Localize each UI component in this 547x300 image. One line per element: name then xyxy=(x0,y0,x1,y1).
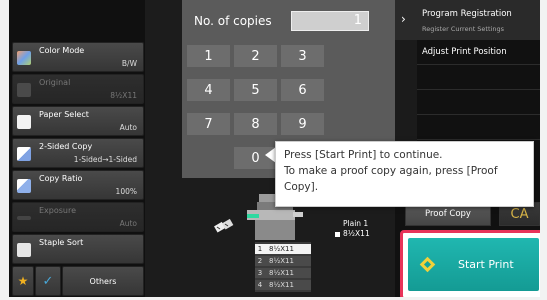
copies-label: No. of copies xyxy=(194,14,272,28)
duplex-icon xyxy=(17,147,31,161)
paper-select-button[interactable]: Paper Select Auto xyxy=(12,106,144,136)
two-sided-copy-value: 1-Sided→1-Sided xyxy=(73,155,137,164)
ca-label: CA xyxy=(510,206,529,222)
paper-arrow-icon xyxy=(335,231,340,237)
key-7[interactable]: 7 xyxy=(187,113,230,135)
menu-row-empty xyxy=(417,65,540,90)
exposure-value: Auto xyxy=(119,219,137,228)
output-tray-label: Plain 1 xyxy=(343,219,369,228)
key-2[interactable]: 2 xyxy=(234,45,277,67)
tooltip-message: Press [Start Print] to continue. To make… xyxy=(275,141,534,207)
program-registration-button[interactable]: › Program Registration Register Current … xyxy=(395,0,540,40)
paper-select-label: Paper Select xyxy=(39,110,89,119)
screen-frame-left xyxy=(0,0,9,300)
ratio-icon xyxy=(17,179,31,193)
function-panel: Color Mode B/W Original 8½X11 Paper Sele… xyxy=(9,0,145,300)
two-sided-copy-button[interactable]: 2-Sided Copy 1-Sided→1-Sided xyxy=(12,138,144,168)
copy-ratio-label: Copy Ratio xyxy=(39,174,83,183)
color-mode-icon xyxy=(17,51,31,65)
original-icon xyxy=(17,83,31,97)
chevron-right-icon: › xyxy=(401,12,406,26)
tray-number: 3 xyxy=(257,269,263,277)
favorite-button[interactable]: ★ xyxy=(12,266,34,296)
tray-number: 1 xyxy=(257,245,263,253)
color-mode-button[interactable]: Color Mode B/W xyxy=(12,42,144,72)
tooltip-line-2: To make a proof copy again, press [Proof xyxy=(284,165,498,177)
exposure-button[interactable]: Exposure Auto xyxy=(12,202,144,232)
key-8[interactable]: 8 xyxy=(234,113,277,135)
key-9[interactable]: 9 xyxy=(281,113,324,135)
key-1[interactable]: 1 xyxy=(187,45,230,67)
color-mode-label: Color Mode xyxy=(39,46,85,55)
tray-size: 8½X11 xyxy=(269,245,294,253)
key-3[interactable]: 3 xyxy=(281,45,324,67)
proof-copy-label: Proof Copy xyxy=(425,209,471,219)
adjust-print-position-button[interactable]: Adjust Print Position xyxy=(417,40,540,65)
two-sided-copy-label: 2-Sided Copy xyxy=(39,142,93,151)
key-5[interactable]: 5 xyxy=(234,79,277,101)
check-button[interactable]: ✓ xyxy=(35,266,61,296)
exposure-icon xyxy=(17,216,31,220)
tray-size: 8½X11 xyxy=(269,269,294,277)
exposure-label: Exposure xyxy=(39,206,77,215)
adjust-print-position-label: Adjust Print Position xyxy=(422,47,507,57)
start-print-highlight: Start Print xyxy=(400,230,547,300)
copies-input[interactable]: 1 xyxy=(291,11,369,31)
output-tray-info: Plain 1 8½X11 xyxy=(335,219,395,239)
screen-frame-right xyxy=(540,0,547,300)
tray-number: 2 xyxy=(257,257,263,265)
tray-row-4[interactable]: 4 8½X11 xyxy=(255,280,311,290)
copy-ratio-value: 100% xyxy=(115,187,137,196)
tray-list: 1 8½X11 2 8½X11 3 8½X11 4 8½X11 xyxy=(255,242,311,292)
register-current-settings-label: Register Current Settings xyxy=(422,25,504,33)
checkmark-icon: ✓ xyxy=(42,273,54,289)
program-registration-label: Program Registration xyxy=(422,9,512,19)
others-button[interactable]: Others xyxy=(62,266,144,296)
start-print-button[interactable]: Start Print xyxy=(408,238,539,291)
tray-row-1[interactable]: 1 8½X11 xyxy=(255,244,311,254)
original-value: 8½X11 xyxy=(110,91,137,100)
key-4[interactable]: 4 xyxy=(187,79,230,101)
paper-icon xyxy=(17,115,31,129)
key-6[interactable]: 6 xyxy=(281,79,324,101)
bottom-button-row: ★ ✓ Others xyxy=(12,266,144,296)
start-print-label: Start Print xyxy=(458,258,514,271)
staple-sort-label: Staple Sort xyxy=(39,238,84,247)
tray-number: 4 xyxy=(257,281,263,289)
menu-row-empty xyxy=(417,90,540,115)
menu-row-empty xyxy=(417,115,540,140)
tooltip-line-3: Copy]. xyxy=(284,181,319,193)
original-button[interactable]: Original 8½X11 xyxy=(12,74,144,104)
staple-icon xyxy=(17,243,31,257)
tray-row-2[interactable]: 2 8½X11 xyxy=(255,256,311,266)
original-label: Original xyxy=(39,78,71,87)
tray-size: 8½X11 xyxy=(269,281,294,289)
star-icon: ★ xyxy=(17,274,29,288)
others-label: Others xyxy=(89,276,117,286)
tray-row-3[interactable]: 3 8½X11 xyxy=(255,268,311,278)
staple-sort-button[interactable]: Staple Sort xyxy=(12,234,144,264)
copy-ratio-button[interactable]: Copy Ratio 100% xyxy=(12,170,144,200)
start-diamond-icon xyxy=(419,256,436,273)
output-tray-size: 8½X11 xyxy=(343,229,370,238)
color-mode-value: B/W xyxy=(121,59,137,68)
tooltip-line-1: Press [Start Print] to continue. xyxy=(284,149,443,161)
paper-select-value: Auto xyxy=(119,123,137,132)
tray-size: 8½X11 xyxy=(269,257,294,265)
original-documents-icon xyxy=(213,218,235,236)
